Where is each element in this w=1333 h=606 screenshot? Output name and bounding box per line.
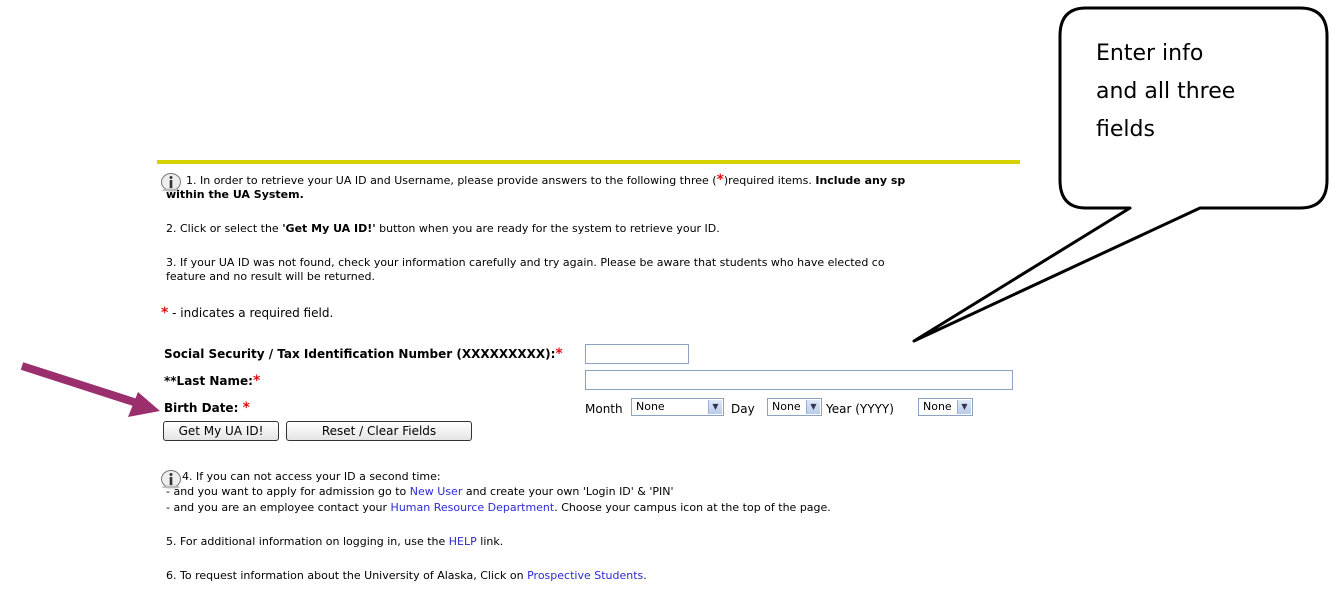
callout-line-1: Enter info [1096, 41, 1204, 66]
callout-line-2: and all three [1096, 79, 1236, 104]
callout-line-3: fields [1096, 117, 1155, 142]
pointer-arrow [20, 362, 160, 417]
screenshot: 1. In order to retrieve your UA ID and U… [0, 0, 1333, 606]
